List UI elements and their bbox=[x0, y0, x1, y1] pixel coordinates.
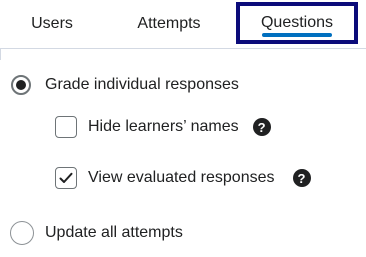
tab-questions-label: Questions bbox=[260, 14, 334, 31]
tab-selected-indicator bbox=[262, 33, 332, 37]
view-evaluated-option[interactable]: View evaluated responses ? bbox=[55, 167, 311, 189]
tab-questions[interactable]: Questions bbox=[236, 2, 358, 44]
grade-individual-option[interactable]: Grade individual responses bbox=[11, 75, 239, 95]
radio-selected-dot bbox=[16, 80, 26, 90]
question-circle-icon[interactable]: ? bbox=[292, 169, 311, 187]
checkmark-icon bbox=[59, 172, 73, 183]
tab-users[interactable]: Users bbox=[0, 0, 104, 48]
view-evaluated-label: View evaluated responses bbox=[88, 169, 275, 186]
tab-attempts-label: Attempts bbox=[137, 15, 201, 32]
grade-individual-radio[interactable] bbox=[11, 75, 31, 95]
grade-individual-label: Grade individual responses bbox=[45, 76, 239, 93]
update-all-radio[interactable] bbox=[10, 221, 34, 245]
tab-users-label: Users bbox=[31, 15, 73, 32]
update-all-option[interactable]: Update all attempts bbox=[10, 221, 183, 245]
options-panel: Grade individual responses Hide learners… bbox=[0, 48, 366, 257]
tab-attempts[interactable]: Attempts bbox=[104, 0, 234, 48]
view-evaluated-checkbox[interactable] bbox=[55, 167, 77, 189]
hide-names-option[interactable]: Hide learners’ names ? bbox=[55, 116, 271, 138]
update-all-label: Update all attempts bbox=[45, 224, 183, 241]
hide-names-label: Hide learners’ names bbox=[88, 118, 239, 135]
tab-bar: Users Attempts Questions bbox=[0, 0, 366, 48]
question-circle-icon[interactable]: ? bbox=[252, 118, 271, 136]
hide-names-checkbox[interactable] bbox=[55, 116, 77, 138]
